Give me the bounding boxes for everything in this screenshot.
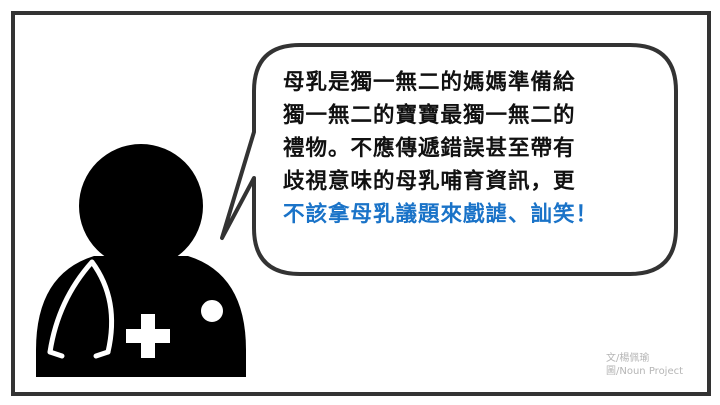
doctor-with-stethoscope-icon (36, 144, 246, 377)
image-credit: 圖/Noun Project (606, 366, 684, 377)
author-credit: 文/楊佩瑜 (606, 353, 650, 364)
bubble-highlight-line: 不該拿母乳議題來戲謔、訕笑！ (283, 202, 599, 227)
speech-bubble-text: 母乳是獨一無二的媽媽準備給 獨一無二的寶寶最獨一無二的 禮物。不應傳遞錯誤甚至帶… (283, 66, 683, 231)
bubble-line: 獨一無二的寶寶最獨一無二的 (283, 103, 576, 128)
bubble-line: 禮物。不應傳遞錯誤甚至帶有 (283, 136, 576, 161)
bubble-line: 歧視意味的母乳哺育資訊，更 (283, 169, 576, 194)
image-credits: 文/楊佩瑜 圖/Noun Project (606, 352, 683, 378)
bubble-line: 母乳是獨一無二的媽媽準備給 (283, 70, 576, 95)
